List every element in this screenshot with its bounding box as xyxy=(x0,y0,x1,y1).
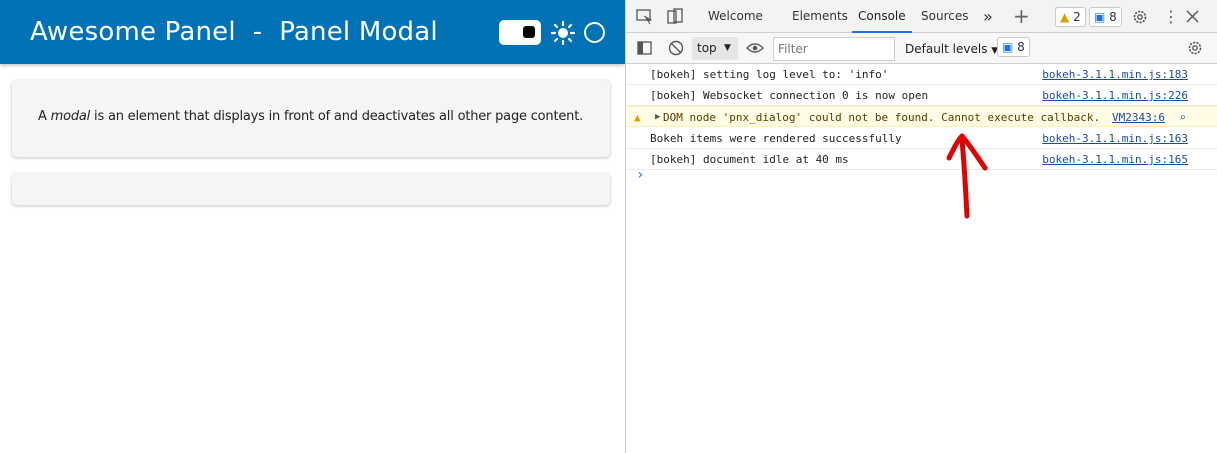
chevron-down-icon: ▼ xyxy=(724,43,731,53)
add-tab-icon[interactable]: + xyxy=(1013,0,1030,33)
console-log: [bokeh] setting log level to: 'info' bok… xyxy=(626,64,1217,453)
log-source-link[interactable]: bokeh-3.1.1.min.js:165 xyxy=(1042,149,1188,170)
log-entry: Bokeh items were rendered successfully b… xyxy=(626,128,1217,149)
log-source-link[interactable]: VM2343:6 xyxy=(1112,107,1165,128)
toolbar-messages-count: 8 xyxy=(1017,40,1025,54)
device-toolbar-icon[interactable] xyxy=(667,8,683,25)
expand-triangle-icon[interactable]: ▶ xyxy=(655,107,660,128)
tab-elements[interactable]: Elements xyxy=(792,0,848,33)
message-icon: ▣ xyxy=(1002,40,1014,54)
app-pane: Awesome Panel - Panel Modal A modal is a… xyxy=(0,0,625,453)
theme-toggle-switch[interactable] xyxy=(499,20,541,45)
page-title: Awesome Panel - Panel Modal xyxy=(30,17,438,47)
devtools-panel: Welcome Elements Console Sources » + ▲ 2… xyxy=(626,0,1217,453)
log-message: DOM node 'pnx_dialog' could not be found… xyxy=(663,111,1101,124)
messages-count: 8 xyxy=(1109,10,1117,24)
live-expression-eye-icon[interactable] xyxy=(746,42,764,54)
inspect-element-icon[interactable] xyxy=(636,9,653,25)
empty-card xyxy=(12,173,610,205)
log-levels-select[interactable]: Default levels ▼ xyxy=(905,37,998,61)
levels-value: Default levels xyxy=(905,42,988,56)
annotation-arrow-icon xyxy=(946,133,988,219)
circle-icon[interactable] xyxy=(584,22,605,43)
log-source-link[interactable]: bokeh-3.1.1.min.js:226 xyxy=(1042,85,1188,106)
message-icon: ▣ xyxy=(1094,10,1106,24)
console-settings-gear-icon[interactable] xyxy=(1187,40,1203,56)
more-options-icon[interactable]: ⋮ xyxy=(1163,0,1179,33)
context-select[interactable]: top ▼ xyxy=(692,37,738,60)
tab-sources[interactable]: Sources xyxy=(921,0,968,33)
settings-gear-icon[interactable] xyxy=(1132,9,1148,25)
card-description: A modal is an element that displays in f… xyxy=(38,109,583,124)
warnings-count: 2 xyxy=(1073,10,1081,24)
log-message: [bokeh] document idle at 40 ms xyxy=(650,153,849,166)
log-entry: [bokeh] document idle at 40 ms bokeh-3.1… xyxy=(626,149,1217,170)
sun-icon[interactable] xyxy=(551,21,575,45)
card-text-suffix: is an element that displays in front of … xyxy=(90,109,584,124)
log-entry-warning: ▲ ▶ DOM node 'pnx_dialog' could not be f… xyxy=(626,106,1217,127)
card-text-prefix: A xyxy=(38,109,51,124)
log-source-link[interactable]: bokeh-3.1.1.min.js:163 xyxy=(1042,128,1188,149)
app-header: Awesome Panel - Panel Modal xyxy=(0,0,625,64)
log-source-link[interactable]: bokeh-3.1.1.min.js:183 xyxy=(1042,64,1188,85)
description-card: A modal is an element that displays in f… xyxy=(12,80,610,157)
console-toolbar: top ▼ Default levels ▼ ▣ 8 xyxy=(626,33,1217,64)
card-text-emphasis: modal xyxy=(50,109,91,124)
tab-console[interactable]: Console xyxy=(852,0,912,33)
console-prompt[interactable]: › xyxy=(636,167,644,183)
messages-badge[interactable]: ▣ 8 xyxy=(1089,7,1122,27)
devtools-tab-bar: Welcome Elements Console Sources » + ▲ 2… xyxy=(626,0,1217,33)
more-tabs-icon[interactable]: » xyxy=(983,0,993,33)
toolbar-messages-badge[interactable]: ▣ 8 xyxy=(997,37,1030,57)
log-entry: [bokeh] Websocket connection 0 is now op… xyxy=(626,85,1217,106)
toggle-knob xyxy=(523,26,535,38)
filter-input[interactable] xyxy=(773,37,895,61)
sidebar-toggle-icon[interactable] xyxy=(637,41,652,55)
clear-console-icon[interactable] xyxy=(668,40,684,56)
log-entry: [bokeh] setting log level to: 'info' bok… xyxy=(626,64,1217,85)
close-icon[interactable] xyxy=(1186,10,1199,23)
warning-icon: ▲ xyxy=(1060,10,1070,24)
tab-welcome[interactable]: Welcome xyxy=(708,0,763,33)
log-message: [bokeh] setting log level to: 'info' xyxy=(650,68,889,81)
warnings-badge[interactable]: ▲ 2 xyxy=(1055,7,1086,27)
context-value: top xyxy=(697,41,717,55)
search-icon[interactable]: ⌕ xyxy=(1179,107,1186,128)
log-message: [bokeh] Websocket connection 0 is now op… xyxy=(650,89,929,102)
log-message: Bokeh items were rendered successfully xyxy=(650,132,902,145)
warning-icon: ▲ xyxy=(634,111,641,124)
